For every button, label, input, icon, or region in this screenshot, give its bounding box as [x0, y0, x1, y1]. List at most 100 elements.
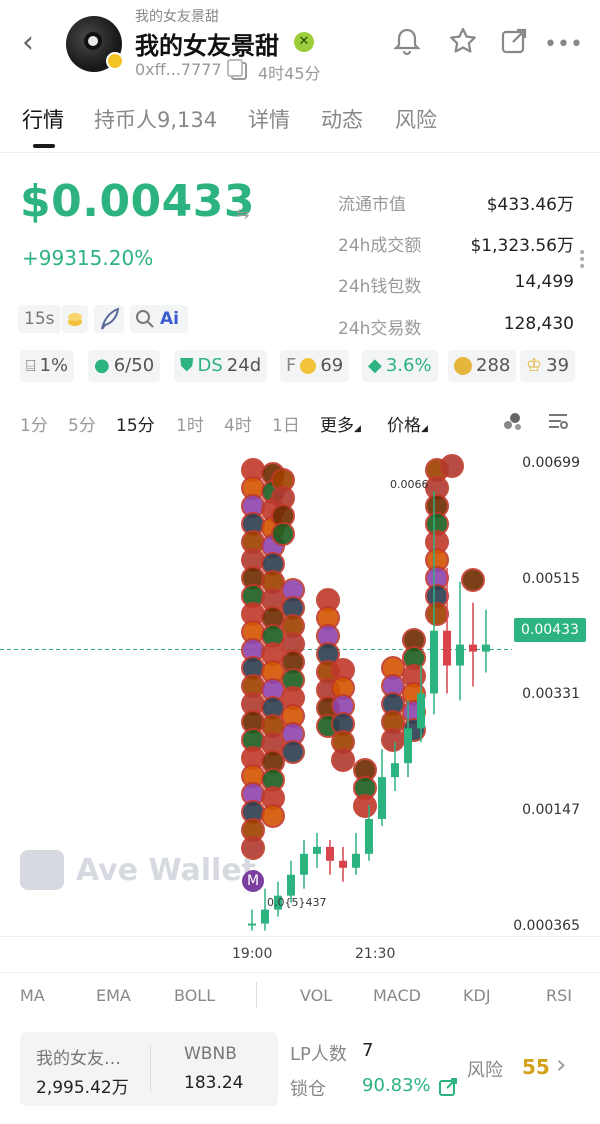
ds-value: 24d	[226, 355, 262, 376]
ind-ma[interactable]: MA	[20, 986, 45, 1005]
ds-prefix: DS	[197, 355, 223, 376]
price-change: +99315.20%	[22, 246, 154, 270]
f-coin-icon	[300, 358, 317, 374]
risk-label: 风险	[467, 1060, 503, 1081]
lock-value[interactable]: 90.83%	[362, 1075, 431, 1096]
stat-value-wallets: 14,499	[514, 272, 574, 292]
star-icon[interactable]	[446, 26, 480, 60]
lock-label: 锁仓	[290, 1079, 326, 1100]
swap-icon[interactable]: ⇋	[236, 204, 249, 223]
tf-1m[interactable]: 1分	[20, 411, 48, 436]
tf-more[interactable]: 更多◢	[320, 411, 361, 436]
x-tick-0: 19:00	[232, 946, 273, 962]
watermark-text: Ave Wallet	[76, 852, 257, 888]
bag-chip[interactable]: 288	[448, 350, 517, 382]
external-link-icon[interactable]	[438, 1077, 458, 1101]
ind-boll[interactable]: BOLL	[174, 986, 215, 1005]
bag-value: 288	[476, 355, 511, 376]
ind-vol[interactable]: VOL	[300, 986, 332, 1005]
feather-icon[interactable]	[94, 305, 124, 333]
tf-15m[interactable]: 15分	[116, 411, 155, 436]
pool-divider	[150, 1046, 151, 1092]
tf-4h[interactable]: 4时	[224, 411, 252, 436]
ind-ema[interactable]: EMA	[96, 986, 131, 1005]
token-age: 4时45分	[258, 64, 321, 83]
tab-activity[interactable]: 动态	[321, 104, 363, 134]
f-value: 69	[320, 355, 344, 376]
tab-market[interactable]: 行情	[22, 104, 64, 134]
ave-logo	[20, 850, 64, 890]
stat-label-wallets: 24h钱包数	[338, 277, 422, 297]
candle-body	[469, 644, 477, 652]
back-button[interactable]: ‹	[22, 28, 46, 58]
candle-body	[248, 923, 256, 926]
candle-body	[300, 853, 308, 875]
contract-address[interactable]: 0xff...7777	[135, 60, 222, 79]
copy-icon[interactable]	[227, 59, 247, 80]
y-tick-1: 0.00515	[522, 571, 580, 587]
trader-avatar	[425, 602, 449, 626]
holders-chip[interactable]: ● 6/50	[88, 350, 161, 382]
tabs-divider	[0, 152, 600, 153]
interval-chip[interactable]: 15s	[18, 305, 61, 333]
tf-5m[interactable]: 5分	[68, 411, 96, 436]
bell-icon[interactable]	[390, 26, 424, 60]
trader-avatar	[271, 522, 295, 546]
stat-label-mcap: 流通市值	[338, 195, 406, 215]
stat-value-volume: $1,323.56万	[470, 236, 574, 256]
tab-risk[interactable]: 风险	[395, 104, 437, 134]
chart-bottom-divider	[0, 936, 600, 937]
x-tick-1: 21:30	[355, 946, 396, 962]
ind-kdj[interactable]: KDJ	[463, 986, 491, 1005]
ai-search-chip[interactable]: Ai	[130, 305, 188, 333]
layers-chip[interactable]: ◆ 3.6%	[362, 350, 438, 382]
low-label: 0.0{5}437	[267, 896, 327, 909]
candle-body	[378, 777, 386, 819]
trophy-value: 39	[546, 355, 570, 376]
candle-body	[261, 909, 269, 924]
candle-body	[482, 644, 490, 652]
tf-1h[interactable]: 1时	[176, 411, 204, 436]
trader-avatar	[440, 454, 464, 478]
marker-m[interactable]: M	[242, 870, 264, 892]
price-mode[interactable]: 价格◢	[387, 411, 428, 436]
tab-holders[interactable]: 持币人9,134	[94, 104, 217, 134]
y-tick-4: 0.000365	[513, 918, 580, 934]
f-chip[interactable]: F 69	[280, 350, 350, 382]
share-icon[interactable]	[497, 26, 531, 60]
lp-count-label: LP人数	[290, 1044, 347, 1065]
layers-value: 3.6%	[385, 355, 432, 376]
candle-body	[443, 630, 451, 666]
gift-chip[interactable]: ⌸ 1%	[20, 350, 75, 382]
tf-1d[interactable]: 1日	[272, 411, 300, 436]
tab-details[interactable]: 详情	[248, 104, 290, 134]
ai-label: Ai	[160, 309, 179, 329]
ind-rsi[interactable]: RSI	[546, 986, 572, 1005]
more-icon[interactable]: •••	[544, 28, 583, 62]
risk-score[interactable]: 55	[522, 1055, 550, 1079]
trader-avatar	[381, 728, 405, 752]
trophy-icon: ♔	[526, 355, 543, 376]
candle-body	[287, 874, 295, 896]
trader-avatar	[353, 794, 377, 818]
candle-body	[456, 644, 464, 666]
verified-icon: ✕	[294, 32, 314, 52]
token-subtitle: 我的女友景甜	[135, 9, 219, 25]
ds-chip[interactable]: ⛊ DS 24d	[174, 350, 268, 382]
coins-icon[interactable]	[62, 305, 88, 333]
user-icon: ●	[94, 355, 110, 376]
token-avatar	[66, 16, 124, 72]
trophy-chip[interactable]: ♔ 39	[520, 350, 576, 382]
money-bag-icon	[454, 357, 472, 375]
trader-avatar	[461, 568, 485, 592]
bubble-icon[interactable]	[501, 410, 525, 432]
indicator-separator	[256, 982, 257, 1008]
chart-settings-icon[interactable]	[546, 410, 570, 432]
y-tick-0: 0.00699	[522, 455, 580, 471]
kebab-icon[interactable]: • • •	[578, 246, 586, 274]
f-prefix: F	[286, 355, 297, 376]
peak-label: 0.0066	[390, 478, 429, 491]
xaxis-divider	[0, 972, 600, 973]
chevron-right-icon[interactable]: ›	[556, 1050, 566, 1080]
ind-macd[interactable]: MACD	[373, 986, 421, 1005]
